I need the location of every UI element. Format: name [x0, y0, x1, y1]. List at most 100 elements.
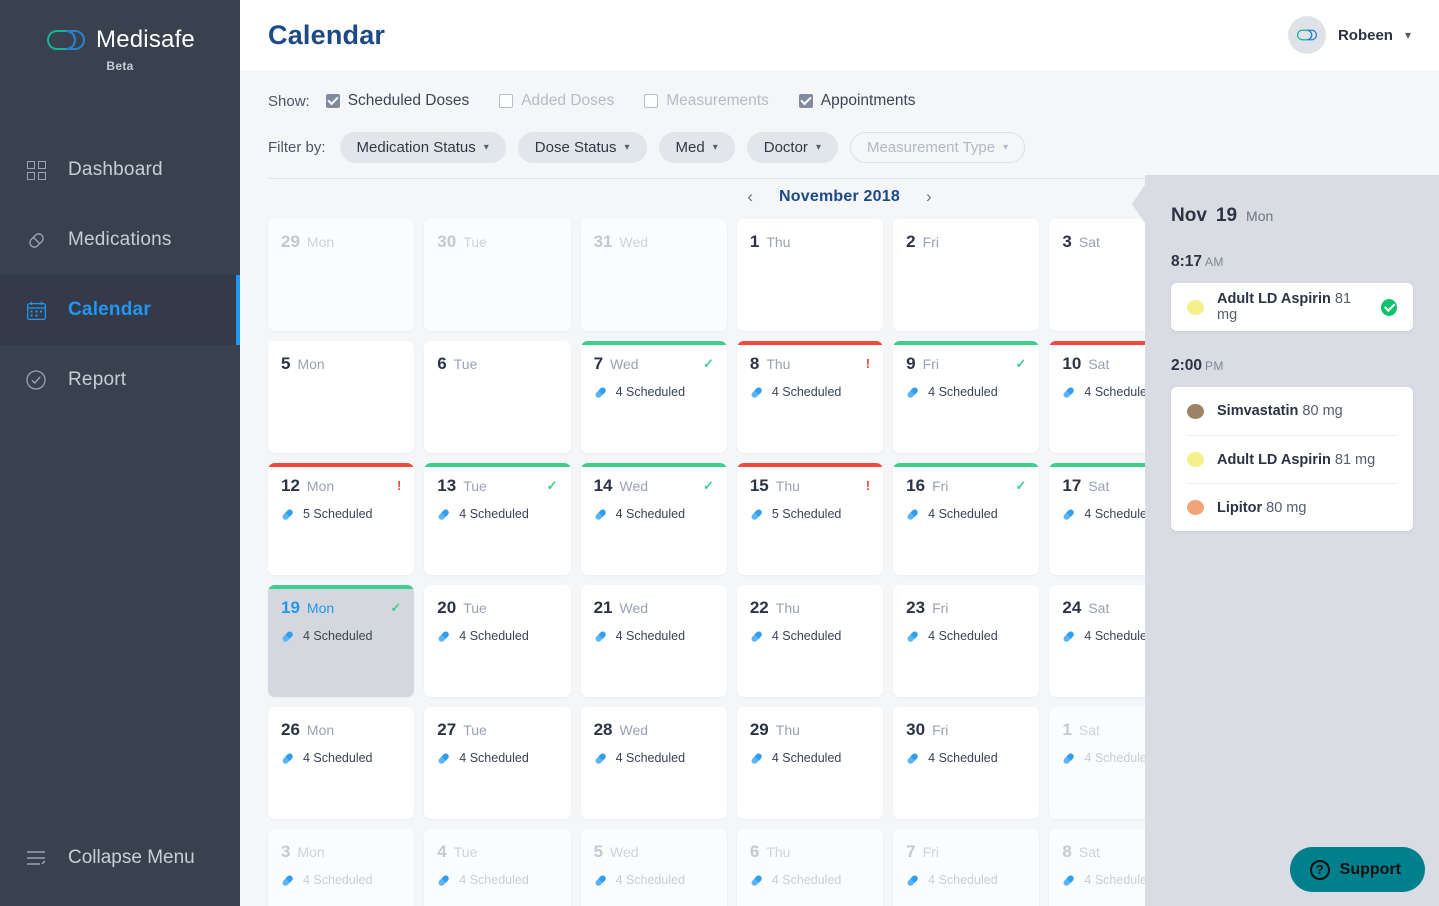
day-weekday: Sat: [1079, 722, 1100, 738]
day-status-bar: [737, 463, 883, 467]
day-header: 7Wed: [594, 354, 714, 374]
day-weekday: Mon: [307, 600, 334, 616]
chevron-down-icon: ▾: [1405, 28, 1411, 42]
calendar-day-cell[interactable]: 2Fri: [893, 219, 1039, 331]
dose-row[interactable]: Adult LD Aspirin 81 mg: [1187, 283, 1397, 331]
day-schedule-text: 4 Scheduled: [772, 629, 842, 643]
day-header: 3Mon: [281, 842, 401, 862]
calendar-day-cell[interactable]: 23Fri4 Scheduled: [893, 585, 1039, 697]
day-header: 28Wed: [594, 720, 714, 740]
calendar-day-cell[interactable]: 3Mon4 Scheduled: [268, 829, 414, 906]
day-status-bar: [268, 585, 414, 589]
day-schedule-text: 4 Scheduled: [928, 751, 998, 765]
filter-label: Doctor: [764, 139, 808, 156]
day-header: 8Thu: [750, 354, 870, 374]
day-schedule: 5 Scheduled: [281, 507, 401, 521]
calendar-day-cell[interactable]: 28Wed4 Scheduled: [581, 707, 727, 819]
calendar-day-cell[interactable]: 5Wed4 Scheduled: [581, 829, 727, 906]
calendar-day-cell[interactable]: 7Wed✓4 Scheduled: [581, 341, 727, 453]
support-button[interactable]: ? Support: [1290, 847, 1425, 892]
med-color-dot: [1187, 404, 1204, 419]
dose-row[interactable]: Lipitor 80 mg: [1187, 483, 1397, 531]
calendar-day-cell[interactable]: 22 Thu 4 Scheduled: [737, 585, 883, 697]
calendar-day-cell[interactable]: 12Mon!5 Scheduled: [268, 463, 414, 575]
day-weekday: Fri: [932, 722, 948, 738]
checkbox-box[interactable]: [644, 94, 658, 108]
collapse-menu-button[interactable]: Collapse Menu: [0, 846, 240, 870]
pill-icon: [594, 752, 607, 765]
checkbox-measurements[interactable]: Measurements: [644, 92, 769, 110]
sidebar-item-label: Calendar: [68, 299, 151, 321]
pill-icon: [1062, 874, 1075, 887]
calendar-day-cell[interactable]: 14Wed✓4 Scheduled: [581, 463, 727, 575]
pill-icon: [281, 630, 294, 643]
day-schedule-text: 4 Scheduled: [303, 629, 373, 643]
day-number: 4: [437, 842, 446, 862]
collapse-menu-label: Collapse Menu: [68, 847, 195, 869]
filter-med[interactable]: Med ▾: [659, 132, 735, 163]
checkbox-added-doses[interactable]: Added Doses: [499, 92, 614, 110]
sidebar-item-calendar[interactable]: Calendar: [0, 275, 240, 345]
calendar-day-cell[interactable]: 6Tue: [424, 341, 570, 453]
calendar-day-cell[interactable]: 31Wed: [581, 219, 727, 331]
calendar-day-cell[interactable]: 30Fri 4 Scheduled: [893, 707, 1039, 819]
calendar-day-cell[interactable]: 6Thu4 Scheduled: [737, 829, 883, 906]
prev-month-button[interactable]: ‹: [743, 187, 757, 207]
calendar-day-cell[interactable]: 29Mon: [268, 219, 414, 331]
calendar-day-cell[interactable]: 13Tue✓4 Scheduled: [424, 463, 570, 575]
day-weekday: Fri: [932, 600, 948, 616]
filter-dose-status[interactable]: Dose Status ▾: [518, 132, 647, 163]
chevron-down-icon: ▾: [625, 142, 630, 153]
day-weekday: Sat: [1088, 600, 1109, 616]
checkbox-box[interactable]: [326, 94, 340, 108]
day-number: 1: [1062, 720, 1071, 740]
calendar-day-cell[interactable]: 20Tue4 Scheduled: [424, 585, 570, 697]
sidebar-item-dashboard[interactable]: Dashboard: [0, 135, 240, 205]
checkbox-box[interactable]: [499, 94, 513, 108]
filter-doctor[interactable]: Doctor ▾: [747, 132, 838, 163]
filter-measurement-type[interactable]: Measurement Type ▾: [850, 132, 1025, 163]
calendar-icon: [24, 298, 48, 322]
checkbox-appointments[interactable]: Appointments: [799, 92, 916, 110]
calendar-day-cell[interactable]: 19Mon✓4 Scheduled: [268, 585, 414, 697]
day-schedule: 4 Scheduled: [906, 385, 1026, 399]
calendar-day-cell[interactable]: 26Mon4 Scheduled: [268, 707, 414, 819]
calendar-day-cell[interactable]: 1 Thu: [737, 219, 883, 331]
day-weekday: Thu: [766, 234, 790, 250]
dose-row[interactable]: Simvastatin 80 mg: [1187, 387, 1397, 435]
day-status-bar: [893, 341, 1039, 345]
med-name: Adult LD Aspirin 81 mg: [1217, 452, 1375, 468]
med-color-dot: [1187, 500, 1204, 515]
calendar-day-cell[interactable]: 8Thu!4 Scheduled: [737, 341, 883, 453]
day-header: 30Fri: [906, 720, 1026, 740]
calendar-day-cell[interactable]: 30Tue: [424, 219, 570, 331]
day-weekday: Thu: [776, 600, 800, 616]
day-number: 14: [594, 476, 613, 496]
sidebar-item-report[interactable]: Report: [0, 345, 240, 415]
next-month-button[interactable]: ›: [922, 187, 936, 207]
calendar-day-cell[interactable]: 29Thu4 Scheduled: [737, 707, 883, 819]
calendar-day-cell[interactable]: 21Wed4 Scheduled: [581, 585, 727, 697]
sidebar-item-medications[interactable]: Medications: [0, 205, 240, 275]
dose-group-time: 2:00PM: [1171, 357, 1413, 375]
filter-by-label: Filter by:: [268, 139, 326, 156]
calendar-day-cell[interactable]: 7Fri4 Scheduled: [893, 829, 1039, 906]
day-number: 22: [750, 598, 769, 618]
checkbox-scheduled-doses[interactable]: Scheduled Doses: [326, 92, 470, 110]
day-number: 1: [750, 232, 759, 252]
day-schedule-text: 5 Scheduled: [772, 507, 842, 521]
checkbox-box[interactable]: [799, 94, 813, 108]
day-weekday: Fri: [923, 234, 939, 250]
calendar-day-cell[interactable]: 27Tue4 Scheduled: [424, 707, 570, 819]
calendar-day-cell[interactable]: 16Fri✓4 Scheduled: [893, 463, 1039, 575]
calendar-day-cell[interactable]: 5Mon: [268, 341, 414, 453]
day-status-alert-icon: !: [397, 478, 401, 493]
day-header: 7Fri: [906, 842, 1026, 862]
user-menu[interactable]: Robeen ▾: [1288, 16, 1411, 54]
dose-row[interactable]: Adult LD Aspirin 81 mg: [1187, 435, 1397, 483]
calendar-day-cell[interactable]: 15Thu!5 Scheduled: [737, 463, 883, 575]
calendar-day-cell[interactable]: 4Tue4 Scheduled: [424, 829, 570, 906]
day-schedule-text: 4 Scheduled: [928, 507, 998, 521]
calendar-day-cell[interactable]: 9Fri✓4 Scheduled: [893, 341, 1039, 453]
filter-medication-status[interactable]: Medication Status ▾: [340, 132, 506, 163]
